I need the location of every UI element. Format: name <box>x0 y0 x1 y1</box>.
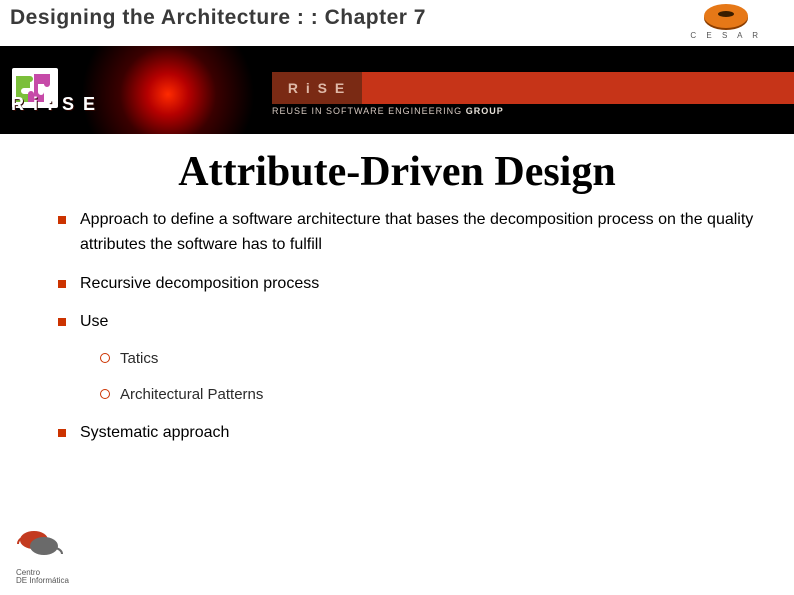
cesar-eye-icon <box>704 4 748 28</box>
chapter-title: Designing the Architecture : : Chapter 7 <box>10 6 690 30</box>
list-item-text: Architectural Patterns <box>120 386 263 403</box>
list-item: Architectural Patterns <box>80 383 764 407</box>
list-item: Approach to define a software architectu… <box>50 208 764 258</box>
rise-tagline-bold: GROUP <box>466 106 504 116</box>
bullet-list-level1: Approach to define a software architectu… <box>50 208 764 446</box>
list-item: Tatics <box>80 347 764 371</box>
banner-left <box>0 46 72 134</box>
slide-title: Attribute-Driven Design <box>0 148 794 196</box>
list-item-text: Recursive decomposition process <box>80 275 319 292</box>
slide-content: Approach to define a software architectu… <box>0 208 794 446</box>
rise-label-text: R i : S E <box>11 94 97 114</box>
banner-right: R i S E REUSE IN SOFTWARE ENGINEERING GR… <box>272 46 794 134</box>
bullet-list-level2: Tatics Architectural Patterns <box>80 347 764 407</box>
list-item: Systematic approach <box>50 421 764 446</box>
rise-badge: R i S E <box>272 72 362 104</box>
footer-line2: DE Informática <box>16 577 76 585</box>
rise-label-top: R i : S E <box>11 94 97 115</box>
list-item-text: Systematic approach <box>80 424 229 441</box>
header-row: Designing the Architecture : : Chapter 7… <box>0 0 794 46</box>
banner: R i : S E R i S E REUSE IN SOFTWARE ENGI… <box>0 46 794 134</box>
list-item-text: Approach to define a software architectu… <box>80 211 753 253</box>
list-item-text: Tatics <box>120 350 158 367</box>
list-item: Use Tatics Architectural Patterns <box>50 310 764 407</box>
banner-mid-graphic <box>72 46 272 134</box>
footer-logo: Centro DE Informática <box>16 524 76 585</box>
rise-tagline: REUSE IN SOFTWARE ENGINEERING GROUP <box>272 106 504 116</box>
list-item: Recursive decomposition process <box>50 272 764 297</box>
cesar-logo-text: C E S A R <box>690 31 762 40</box>
cesar-logo: C E S A R <box>690 4 762 40</box>
rise-tagline-prefix: REUSE IN SOFTWARE ENGINEERING <box>272 106 466 116</box>
footer-logo-text: Centro DE Informática <box>16 569 76 585</box>
list-item-text: Use <box>80 313 108 330</box>
rise-badge-text: R i S E <box>288 80 346 96</box>
